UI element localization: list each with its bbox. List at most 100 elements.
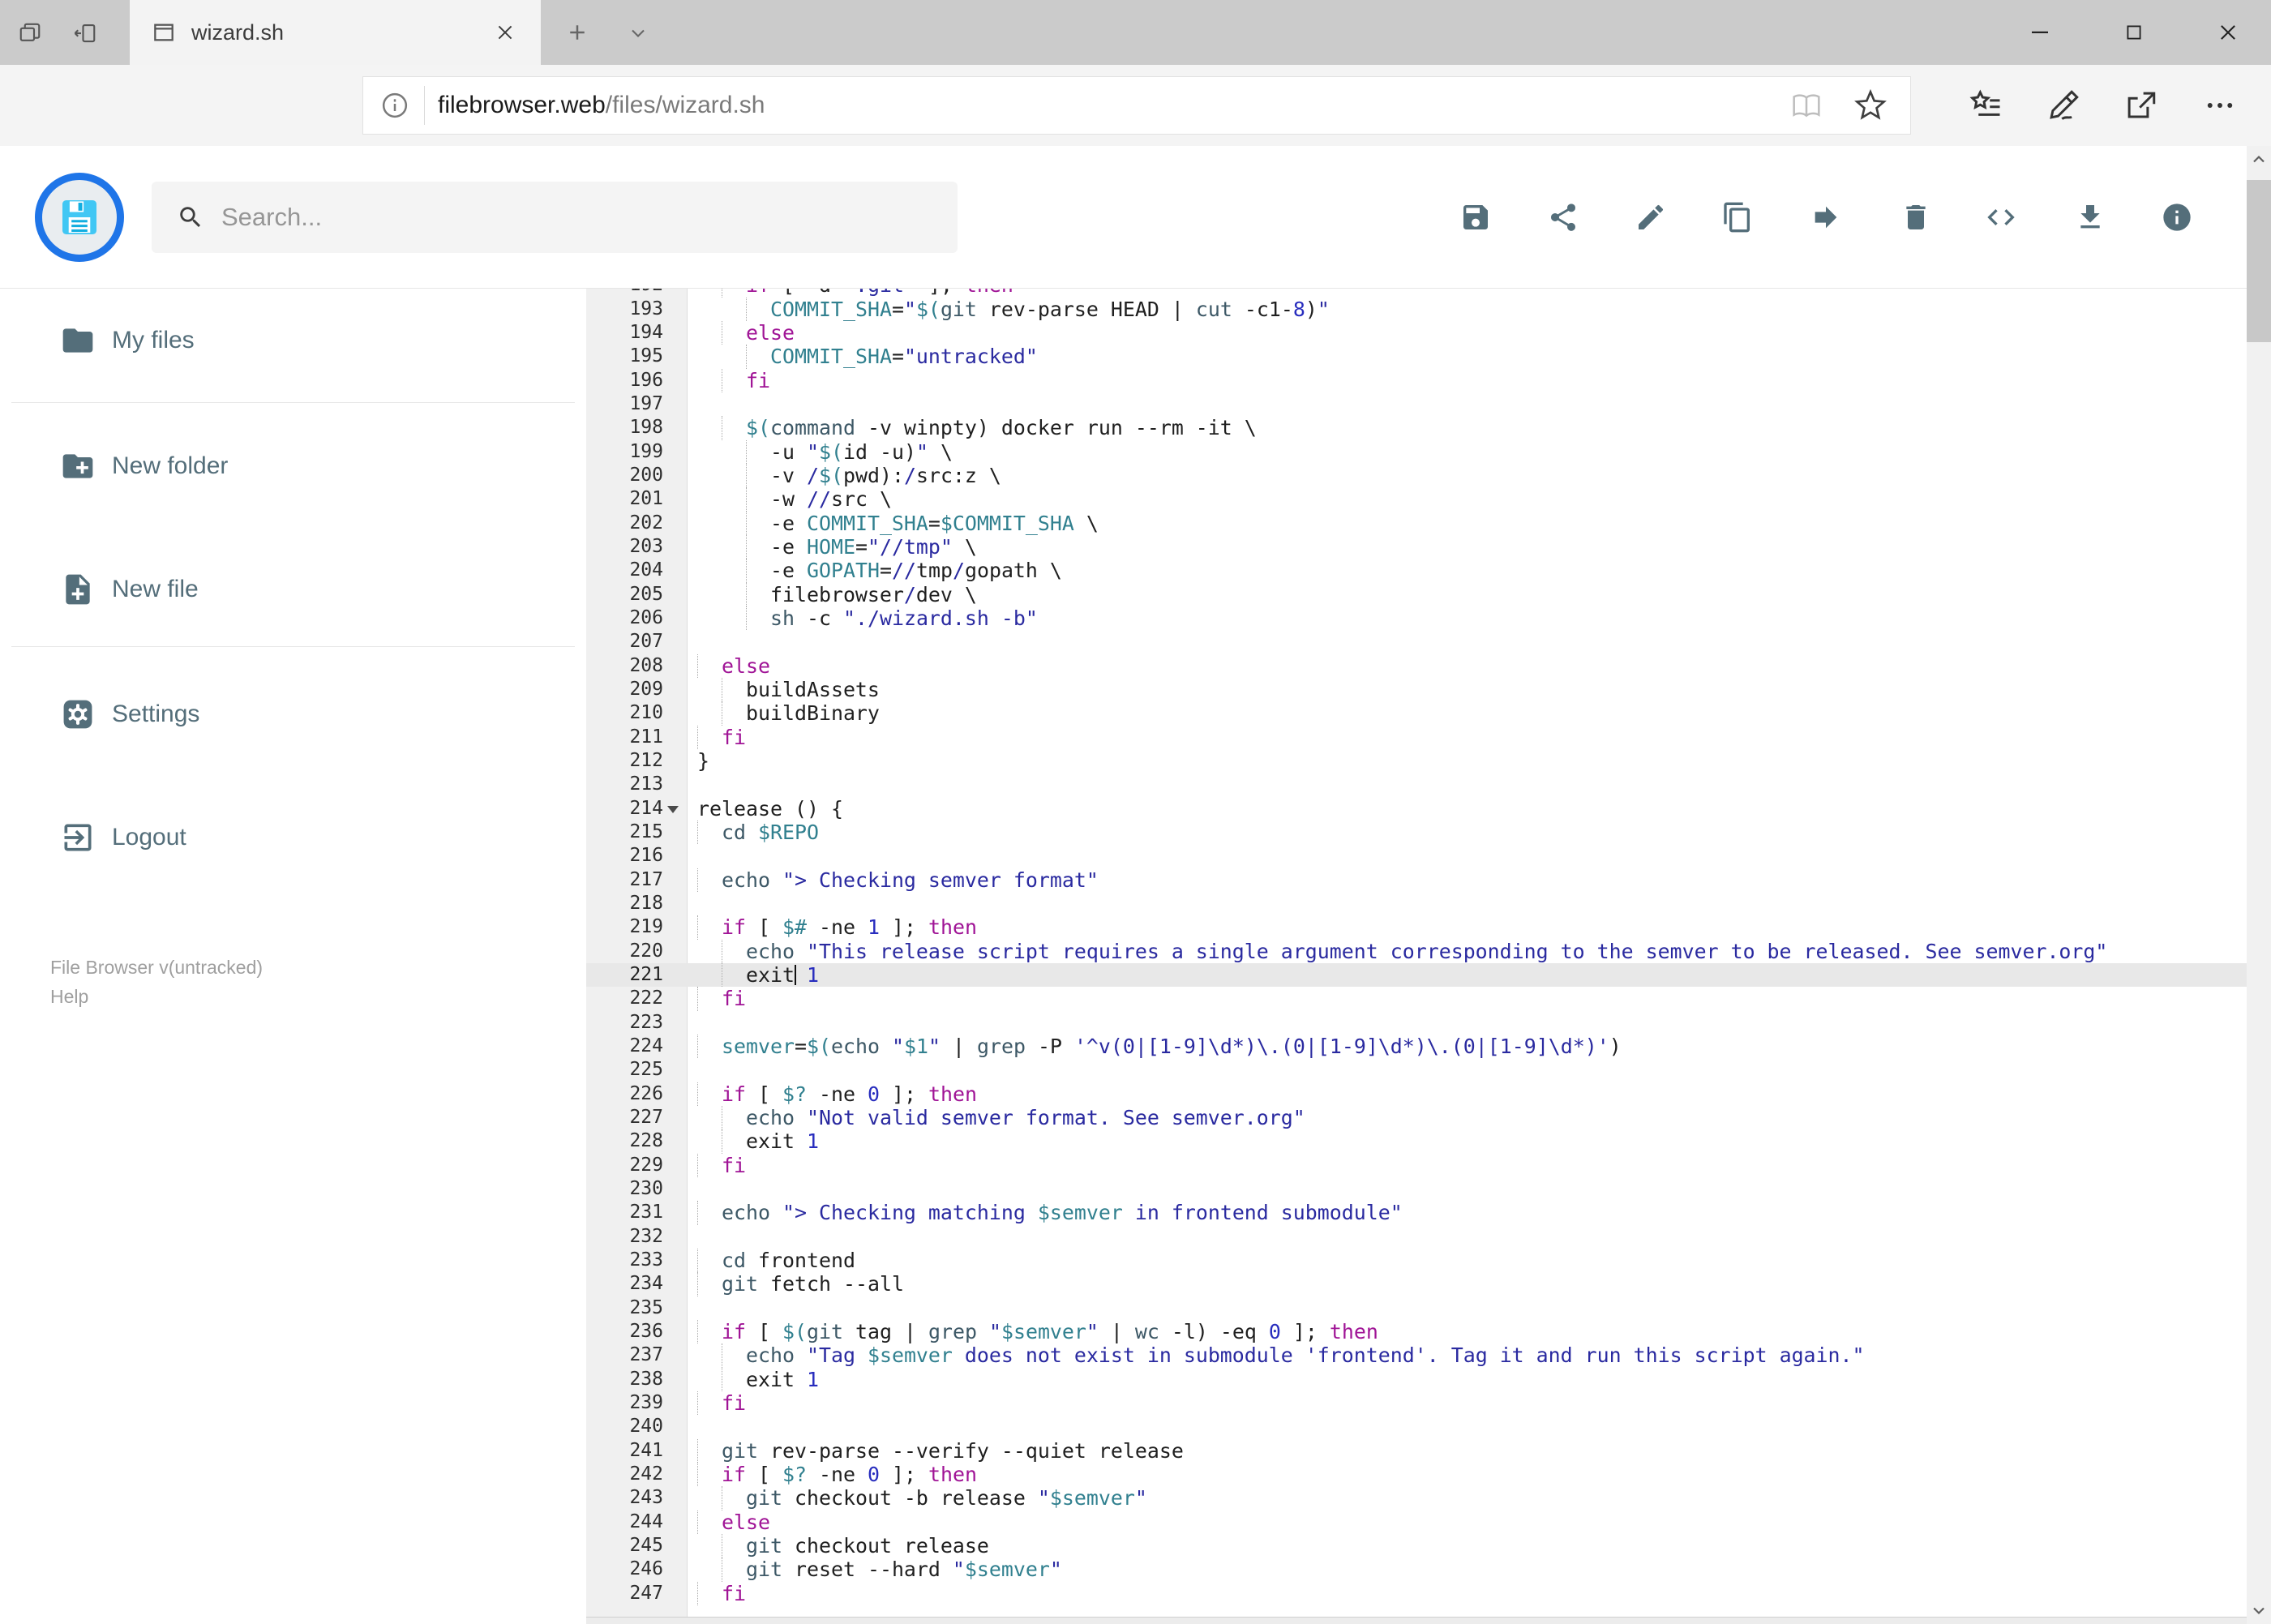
sidebar-item-new-file[interactable]: New file bbox=[0, 565, 584, 614]
save-button[interactable] bbox=[1459, 201, 1492, 234]
code-line[interactable]: 205 filebrowser/dev \ bbox=[586, 582, 2247, 607]
code-button[interactable] bbox=[1985, 201, 2017, 234]
code-line[interactable]: 245 git checkout release bbox=[586, 1533, 2247, 1558]
code-line[interactable]: 247 fi bbox=[586, 1581, 2247, 1605]
code-line[interactable]: 232 bbox=[586, 1225, 2247, 1249]
more-options-icon[interactable] bbox=[2202, 88, 2238, 123]
reading-view-icon[interactable] bbox=[1789, 88, 1824, 123]
code-line[interactable]: 244 else bbox=[586, 1510, 2247, 1534]
download-button[interactable] bbox=[2074, 201, 2106, 234]
copy-button[interactable] bbox=[1721, 201, 1754, 234]
line-number: 217 bbox=[629, 868, 663, 890]
search-icon bbox=[176, 203, 205, 232]
window-maximize-button[interactable] bbox=[2119, 18, 2149, 47]
code-line[interactable]: 219 if [ $# -ne 1 ]; then bbox=[586, 915, 2247, 940]
browser-tab[interactable]: wizard.sh bbox=[130, 0, 541, 65]
tab-preview-icon[interactable] bbox=[18, 21, 42, 45]
scroll-down-icon[interactable] bbox=[2248, 1600, 2269, 1621]
tab-close-icon[interactable] bbox=[492, 19, 518, 45]
code-line[interactable]: 246 git reset --hard "$semver" bbox=[586, 1558, 2247, 1582]
code-line[interactable]: 208 else bbox=[586, 653, 2247, 678]
code-line[interactable]: 238 exit 1 bbox=[586, 1367, 2247, 1391]
code-line[interactable]: 227 echo "Not valid semver format. See s… bbox=[586, 1105, 2247, 1130]
favorites-hub-icon[interactable] bbox=[1968, 88, 2003, 123]
code-line[interactable]: 235 bbox=[586, 1296, 2247, 1320]
code-line[interactable]: 236 if [ $(git tag | grep "$semver" | wc… bbox=[586, 1319, 2247, 1344]
code-line[interactable]: 241 git rev-parse --verify --quiet relea… bbox=[586, 1438, 2247, 1463]
code-editor[interactable]: 192 if [ -d ".git" ]; then193 COMMIT_SHA… bbox=[586, 289, 2247, 1624]
set-tabs-aside-icon[interactable] bbox=[73, 21, 97, 45]
code-line[interactable]: 210 buildBinary bbox=[586, 701, 2247, 726]
line-number: 205 bbox=[629, 583, 663, 605]
edit-button[interactable] bbox=[1635, 201, 1667, 234]
code-line[interactable]: 203 -e HOME="//tmp" \ bbox=[586, 535, 2247, 559]
fold-arrow-icon[interactable] bbox=[667, 805, 679, 813]
code-line[interactable]: 233 cd frontend bbox=[586, 1248, 2247, 1273]
page-scrollbar[interactable] bbox=[2247, 146, 2271, 1624]
tab-list-chevron-icon[interactable] bbox=[626, 21, 650, 45]
code-line[interactable]: 193 COMMIT_SHA="$(git rev-parse HEAD | c… bbox=[586, 297, 2247, 322]
info-button[interactable] bbox=[2161, 201, 2193, 234]
code-line[interactable]: 220 echo "This release script requires a… bbox=[586, 939, 2247, 963]
code-line[interactable]: 214 release () { bbox=[586, 797, 2247, 821]
new-tab-button[interactable] bbox=[564, 19, 590, 45]
share-page-icon[interactable] bbox=[2123, 88, 2159, 123]
help-link[interactable]: Help bbox=[50, 986, 88, 1008]
code-line[interactable]: 234 git fetch --all bbox=[586, 1272, 2247, 1296]
code-line[interactable]: 197 bbox=[586, 392, 2247, 416]
code-line[interactable]: 224 semver=$(echo "$1" | grep -P '^v(0|[… bbox=[586, 1034, 2247, 1059]
code-line[interactable]: 194 else bbox=[586, 321, 2247, 345]
code-line[interactable]: 222 fi bbox=[586, 987, 2247, 1011]
search-input[interactable] bbox=[220, 202, 888, 233]
code-line[interactable]: 243 git checkout -b release "$semver" bbox=[586, 1486, 2247, 1510]
code-line[interactable]: 242 if [ $? -ne 0 ]; then bbox=[586, 1462, 2247, 1487]
code-line[interactable]: 226 if [ $? -ne 0 ]; then bbox=[586, 1082, 2247, 1106]
delete-button[interactable] bbox=[1900, 201, 1932, 234]
code-line[interactable]: 228 exit 1 bbox=[586, 1129, 2247, 1154]
code-line[interactable]: 231 echo "> Checking matching $semver in… bbox=[586, 1201, 2247, 1225]
code-line[interactable]: 201 -w //src \ bbox=[586, 487, 2247, 512]
code-line[interactable]: 211 fi bbox=[586, 725, 2247, 749]
code-line[interactable]: 204 -e GOPATH=//tmp/gopath \ bbox=[586, 559, 2247, 583]
sidebar-item-settings[interactable]: Settings bbox=[0, 690, 584, 739]
favorite-star-icon[interactable] bbox=[1853, 88, 1888, 123]
url-text[interactable]: filebrowser.web/files/wizard.sh bbox=[438, 65, 765, 146]
code-line[interactable]: 229 fi bbox=[586, 1153, 2247, 1177]
code-line[interactable]: 198 $(command -v winpty) docker run --rm… bbox=[586, 416, 2247, 440]
code-line[interactable]: 209 buildAssets bbox=[586, 678, 2247, 702]
code-line[interactable]: 240 bbox=[586, 1415, 2247, 1438]
scrollbar-thumb[interactable] bbox=[2247, 180, 2271, 342]
code-line[interactable]: 216 bbox=[586, 844, 2247, 868]
sidebar-item-logout[interactable]: Logout bbox=[0, 813, 584, 862]
move-button[interactable] bbox=[1810, 201, 1842, 234]
code-line[interactable]: 192 if [ -d ".git" ]; then bbox=[586, 289, 2247, 298]
site-info-icon[interactable] bbox=[377, 88, 413, 123]
filebrowser-logo[interactable] bbox=[35, 173, 124, 262]
code-line[interactable]: 195 COMMIT_SHA="untracked" bbox=[586, 345, 2247, 369]
code-line[interactable]: 237 echo "Tag $semver does not exist in … bbox=[586, 1343, 2247, 1368]
code-line[interactable]: 207 bbox=[586, 630, 2247, 653]
code-line[interactable]: 223 bbox=[586, 1011, 2247, 1035]
annotate-pen-icon[interactable] bbox=[2046, 88, 2081, 123]
code-line[interactable]: 206 sh -c "./wizard.sh -b" bbox=[586, 606, 2247, 631]
code-line[interactable]: 225 bbox=[586, 1058, 2247, 1082]
share-button[interactable] bbox=[1547, 201, 1579, 234]
code-line[interactable]: 196 fi bbox=[586, 368, 2247, 393]
code-line[interactable]: 200 -v /$(pwd):/src:z \ bbox=[586, 464, 2247, 488]
window-minimize-button[interactable] bbox=[2025, 18, 2055, 47]
scroll-up-icon[interactable] bbox=[2248, 149, 2269, 170]
code-line[interactable]: 230 bbox=[586, 1177, 2247, 1201]
code-line[interactable]: 202 -e COMMIT_SHA=$COMMIT_SHA \ bbox=[586, 511, 2247, 536]
sidebar-item-new-folder[interactable]: New folder bbox=[0, 442, 584, 491]
search-box[interactable] bbox=[152, 182, 958, 253]
code-line[interactable]: 199 -u "$(id -u)" \ bbox=[586, 439, 2247, 465]
code-line[interactable]: 217 echo "> Checking semver format" bbox=[586, 868, 2247, 892]
code-line[interactable]: 213 bbox=[586, 773, 2247, 796]
code-line[interactable]: 212} bbox=[586, 749, 2247, 773]
sidebar-item-my-files[interactable]: My files bbox=[0, 316, 584, 365]
window-close-button[interactable] bbox=[2213, 18, 2243, 47]
code-line[interactable]: 215 cd $REPO bbox=[586, 820, 2247, 845]
code-line[interactable]: 239 fi bbox=[586, 1390, 2247, 1416]
code-line[interactable]: 218 bbox=[586, 892, 2247, 915]
code-line-active[interactable]: 221 exit 1 bbox=[586, 962, 2247, 988]
